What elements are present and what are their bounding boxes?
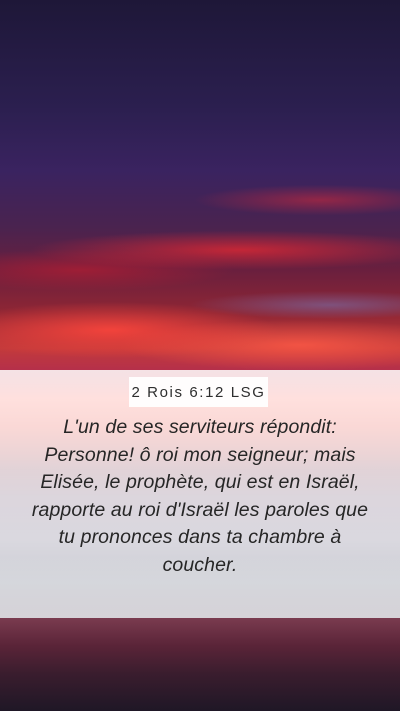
sea-reflection-background <box>0 618 400 711</box>
verse-reference-badge: 2 Rois 6:12 LSG <box>129 377 268 407</box>
verse-reference: 2 Rois 6:12 LSG <box>131 383 266 401</box>
verse-text: L'un de ses serviteurs répondit: Personn… <box>31 416 369 576</box>
